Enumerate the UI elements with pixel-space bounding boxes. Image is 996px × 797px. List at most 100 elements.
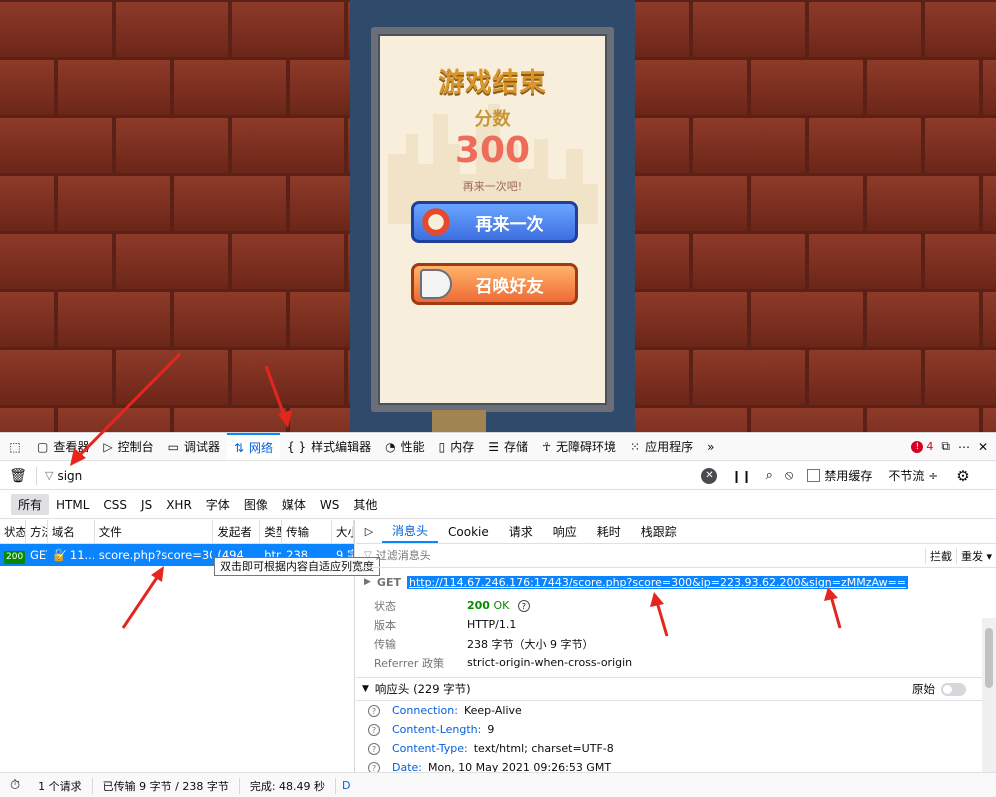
tab-storage[interactable]: ☰ 存储 — [481, 433, 535, 460]
retry-hint: 再来一次吧! — [462, 180, 523, 193]
column-header-size[interactable]: 大小 — [332, 520, 354, 543]
headers-filter-input[interactable] — [375, 549, 925, 562]
help-icon[interactable]: ? — [517, 600, 530, 612]
gear-icon[interactable]: ⚙ — [956, 467, 969, 485]
summary-version-row: 版本 HTTP/1.1 — [356, 615, 996, 634]
help-icon[interactable]: ? — [368, 742, 380, 755]
storage-icon: ☰ — [488, 439, 500, 454]
toggle-sidebar-button[interactable]: ▷ — [356, 520, 382, 543]
checkbox-box — [807, 469, 821, 482]
raw-label: 原始 — [912, 682, 935, 696]
type-filter-xhr[interactable]: XHR — [159, 496, 199, 514]
help-icon[interactable]: ? — [368, 723, 380, 736]
brick-row — [0, 350, 350, 408]
clear-requests-button[interactable]: 🗑 — [0, 468, 36, 484]
help-icon[interactable]: ? — [368, 761, 380, 772]
type-filter-media[interactable]: 媒体 — [275, 494, 313, 515]
type-filter-other[interactable]: 其他 — [346, 494, 384, 515]
error-icon: ! — [911, 440, 924, 453]
header-row: ? Content-Type: text/html; charset=UTF-8 — [356, 739, 996, 758]
type-filter-js[interactable]: JS — [134, 496, 159, 514]
pause-icon[interactable]: ❙❙ — [731, 469, 751, 483]
tab-inspector[interactable]: ▢ 查看器 — [30, 433, 96, 460]
tab-style-editor[interactable]: { } 样式编辑器 — [280, 433, 378, 460]
column-header-method[interactable]: 方法 — [26, 520, 48, 543]
invite-friends-button[interactable]: 召唤好友 — [411, 263, 578, 305]
brick — [867, 60, 979, 115]
scrollbar-thumb[interactable] — [985, 628, 993, 688]
tab-headers[interactable]: 消息头 — [382, 520, 439, 543]
column-header-type[interactable]: 类型 — [260, 520, 283, 543]
brick-row — [635, 350, 996, 408]
type-filter-css[interactable]: CSS — [96, 496, 134, 514]
response-headers-section[interactable]: ▼ 响应头 (229 字节) 原始 — [356, 677, 996, 701]
element-picker-icon: ⬚ — [9, 439, 21, 454]
tab-timings[interactable]: 耗时 — [587, 520, 631, 543]
header-name: Date: — [392, 761, 422, 772]
search-icon[interactable]: ⌕ — [766, 468, 773, 483]
brick — [58, 60, 170, 115]
tab-label: 存储 — [504, 440, 529, 454]
request-table-header: 状态 方法 域名 文件 发起者 类型 传输 大小 — [0, 520, 354, 544]
brick — [693, 234, 805, 289]
tab-application[interactable]: ⁙ 应用程序 — [623, 433, 700, 460]
block-icon[interactable]: ⦸ — [785, 468, 793, 483]
brick — [58, 176, 170, 231]
disable-cache-checkbox[interactable]: 禁用缓存 — [807, 467, 872, 484]
brick-row — [635, 234, 996, 292]
column-header-domain[interactable]: 域名 — [48, 520, 95, 543]
replay-button[interactable]: 再来一次 — [411, 201, 578, 243]
column-header-status[interactable]: 状态 — [0, 520, 26, 543]
close-devtools-icon[interactable]: ✕ — [978, 440, 988, 454]
details-scrollbar[interactable] — [982, 618, 996, 772]
column-header-initiator[interactable]: 发起者 — [213, 520, 261, 543]
finish-time: 完成: 48.49 秒 — [240, 777, 337, 794]
tab-cookies[interactable]: Cookie — [438, 520, 499, 543]
tab-performance[interactable]: ◔ 性能 — [378, 433, 432, 460]
clear-filter-icon[interactable]: ✕ — [701, 467, 718, 484]
dock-icon[interactable]: ⧉ — [941, 439, 950, 454]
request-url[interactable]: http://114.67.246.176:17443/score.php?sc… — [406, 575, 909, 589]
tab-accessibility[interactable]: ☥ 无障碍环境 — [535, 433, 623, 460]
tab-stack-trace[interactable]: 栈跟踪 — [631, 520, 687, 543]
throttling-select[interactable]: 不节流 ÷ — [888, 467, 938, 484]
block-request-button[interactable]: 拦截 — [924, 547, 956, 564]
error-count-badge[interactable]: ! 4 — [911, 440, 933, 453]
url-filter-input[interactable] — [57, 465, 698, 486]
tab-request[interactable]: 请求 — [499, 520, 543, 543]
header-name: Content-Type: — [392, 742, 468, 755]
tab-console[interactable]: ▷ 控制台 — [96, 433, 160, 460]
domain-cell: 🔓̸ 11... — [48, 544, 95, 566]
status-text: OK — [493, 599, 510, 612]
more-options-icon[interactable]: ⋯ — [958, 440, 970, 454]
tab-memory[interactable]: ▯ 内存 — [432, 433, 482, 460]
column-header-transferred[interactable]: 传输 — [282, 520, 333, 543]
type-filter-images[interactable]: 图像 — [237, 494, 275, 515]
type-filter-all[interactable]: 所有 — [11, 494, 50, 515]
column-header-file[interactable]: 文件 — [95, 520, 214, 543]
replay-icon — [420, 207, 452, 237]
brick — [925, 350, 996, 405]
double-chevron-icon: » — [707, 439, 715, 454]
more-tabs-button[interactable]: » — [700, 433, 721, 460]
filter-icon: ▽ — [364, 550, 372, 561]
resend-button[interactable]: 重发 ▾ — [955, 547, 996, 564]
expand-triangle-icon[interactable]: ▶ — [364, 577, 371, 587]
status-badge: 200 — [4, 551, 25, 564]
type-filter-html[interactable]: HTML — [49, 496, 96, 514]
element-picker-button[interactable]: ⬚ — [0, 433, 30, 460]
sidebar-toggle-icon: ▷ — [364, 525, 374, 538]
brick — [635, 118, 689, 173]
type-filter-fonts[interactable]: 字体 — [199, 494, 237, 515]
tab-response[interactable]: 响应 — [543, 520, 587, 543]
headers-filterbar: ▽ 拦截 重发 ▾ — [356, 544, 996, 568]
tab-debugger[interactable]: ▭ 调试器 — [161, 433, 227, 460]
brick — [635, 2, 689, 57]
help-icon[interactable]: ? — [368, 704, 380, 717]
type-filter-ws[interactable]: WS — [313, 496, 346, 514]
summary-key: 传输 — [374, 637, 396, 651]
network-filterbar: 🗑 ▽ ✕ ❙❙ ⌕ ⦸ 禁用缓存 不节流 ÷ ⚙ — [0, 462, 996, 490]
performance-icon: ◔ — [385, 439, 396, 454]
stopwatch-icon[interactable]: ⏱ — [0, 778, 28, 793]
tab-network[interactable]: ⇅ 网络 — [226, 433, 281, 460]
